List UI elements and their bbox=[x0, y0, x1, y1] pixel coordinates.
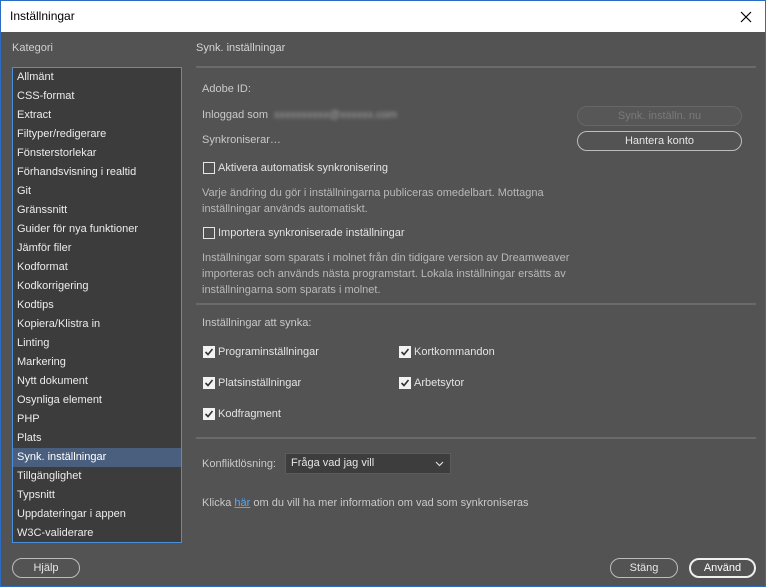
sync-option-workspaces[interactable]: Arbetsytor bbox=[399, 377, 464, 389]
category-item[interactable]: Markering bbox=[13, 353, 181, 372]
divider bbox=[196, 303, 756, 305]
conflict-select[interactable]: Fråga vad jag vill bbox=[285, 453, 451, 474]
category-item[interactable]: Allmänt bbox=[13, 68, 181, 87]
category-list[interactable]: Allmänt CSS-format Extract Filtyper/rediger… bbox=[12, 67, 182, 543]
checkmark-icon bbox=[400, 379, 410, 387]
sync-option-label: Arbetsytor bbox=[414, 377, 465, 389]
info-text: Klicka här om du vill ha mer information… bbox=[202, 497, 528, 509]
preferences-dialog: Inställningar Kategori Allmänt CSS-format… bbox=[0, 0, 766, 587]
sync-option-program[interactable]: Programinställningar bbox=[203, 346, 319, 358]
category-item[interactable]: Synk. inställningar bbox=[13, 448, 181, 467]
category-item[interactable]: Extract bbox=[13, 106, 181, 125]
info-prefix: Klicka bbox=[202, 497, 235, 509]
category-item[interactable]: Jämför filer bbox=[13, 239, 181, 258]
checkmark-icon bbox=[204, 379, 214, 387]
window-title: Inställningar bbox=[10, 9, 75, 23]
category-item[interactable]: Filtyper/redigerare bbox=[13, 125, 181, 144]
category-item[interactable]: Kodformat bbox=[13, 258, 181, 277]
checkbox-box[interactable] bbox=[203, 346, 215, 358]
manage-account-button[interactable]: Hantera konto bbox=[577, 131, 742, 151]
logged-in-email: xxxxxxxxxx@xxxxxx.com bbox=[274, 109, 398, 121]
sync-option-label: Kodfragment bbox=[218, 408, 281, 420]
info-suffix: om du vill ha mer information om vad som… bbox=[250, 497, 529, 509]
category-item[interactable]: Git bbox=[13, 182, 181, 201]
category-item[interactable]: Kodtips bbox=[13, 296, 181, 315]
sync-option-label: Platsinställningar bbox=[218, 377, 302, 389]
conflict-select-value: Fråga vad jag vill bbox=[291, 457, 375, 469]
checkbox-box[interactable] bbox=[203, 408, 215, 420]
category-item[interactable]: PHP bbox=[13, 410, 181, 429]
category-item[interactable]: Tillgänglighet bbox=[13, 467, 181, 486]
settings-to-sync-label: Inställningar att synka: bbox=[202, 317, 312, 329]
conflict-label: Konfliktlösning: bbox=[202, 458, 276, 470]
import-sync-checkbox[interactable]: Importera synkroniserade inställningar bbox=[203, 227, 404, 239]
sync-option-label: Kortkommandon bbox=[414, 346, 495, 358]
category-item[interactable]: Förhandsvisning i realtid bbox=[13, 163, 181, 182]
category-item[interactable]: Osynliga element bbox=[13, 391, 181, 410]
checkmark-icon bbox=[204, 410, 214, 418]
checkmark-icon bbox=[204, 348, 214, 356]
category-item[interactable]: Guider för nya funktioner bbox=[13, 220, 181, 239]
apply-button[interactable]: Använd bbox=[689, 558, 756, 578]
category-item[interactable]: Kopiera/Klistra in bbox=[13, 315, 181, 334]
auto-sync-description: Varje ändring du gör i inställningarna p… bbox=[202, 187, 544, 215]
checkbox-box[interactable] bbox=[203, 377, 215, 389]
chevron-down-icon bbox=[435, 461, 444, 467]
category-item[interactable]: Uppdateringar i appen bbox=[13, 505, 181, 524]
sync-option-snippets[interactable]: Kodfragment bbox=[203, 408, 281, 420]
category-item[interactable]: Fönsterstorlekar bbox=[13, 144, 181, 163]
close-button[interactable] bbox=[731, 2, 761, 31]
adobe-id-label: Adobe ID: bbox=[202, 83, 251, 95]
close-dialog-button[interactable]: Stäng bbox=[610, 558, 678, 578]
category-label: Kategori bbox=[12, 42, 53, 54]
checkbox-box[interactable] bbox=[203, 227, 215, 239]
section-title: Synk. inställningar bbox=[196, 42, 286, 54]
divider bbox=[196, 66, 756, 68]
sync-now-button[interactable]: Synk. inställn. nu bbox=[577, 106, 742, 126]
category-item[interactable]: Linting bbox=[13, 334, 181, 353]
category-item[interactable]: Plats bbox=[13, 429, 181, 448]
category-item[interactable]: Typsnitt bbox=[13, 486, 181, 505]
category-item[interactable]: CSS-format bbox=[13, 87, 181, 106]
logged-in-label: Inloggad som bbox=[202, 109, 269, 121]
divider bbox=[196, 437, 756, 439]
sync-option-shortcuts[interactable]: Kortkommandon bbox=[399, 346, 495, 358]
title-bar: Inställningar bbox=[1, 1, 765, 32]
category-item[interactable]: Nytt dokument bbox=[13, 372, 181, 391]
help-button[interactable]: Hjälp bbox=[12, 558, 80, 578]
category-item[interactable]: Kodkorrigering bbox=[13, 277, 181, 296]
checkbox-box[interactable] bbox=[399, 346, 411, 358]
sync-option-site[interactable]: Platsinställningar bbox=[203, 377, 301, 389]
auto-sync-label: Aktivera automatisk synkronisering bbox=[218, 162, 388, 174]
category-item[interactable]: W3C-validerare bbox=[13, 524, 181, 543]
logged-in-text: Inloggad som xxxxxxxxxx@xxxxxx.com bbox=[202, 109, 397, 121]
checkmark-icon bbox=[400, 348, 410, 356]
sync-status: Synkroniserar… bbox=[202, 134, 281, 146]
checkbox-box[interactable] bbox=[203, 162, 215, 174]
sync-option-label: Programinställningar bbox=[218, 346, 319, 358]
import-sync-label: Importera synkroniserade inställningar bbox=[218, 227, 405, 239]
auto-sync-checkbox[interactable]: Aktivera automatisk synkronisering bbox=[203, 162, 388, 174]
checkbox-box[interactable] bbox=[399, 377, 411, 389]
import-sync-description: Inställningar som sparats i molnet från … bbox=[202, 252, 570, 296]
category-item[interactable]: Gränssnitt bbox=[13, 201, 181, 220]
info-link[interactable]: här bbox=[234, 497, 250, 509]
close-icon bbox=[740, 11, 752, 22]
